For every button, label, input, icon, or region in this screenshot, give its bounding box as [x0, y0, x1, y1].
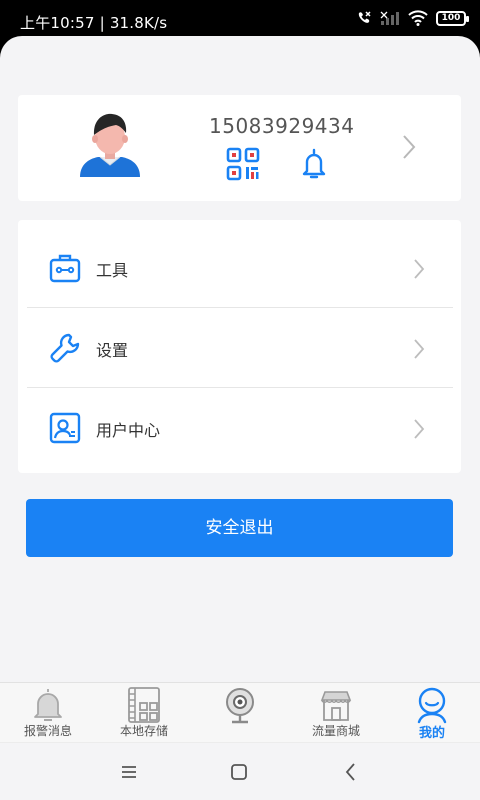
chevron-right-icon	[414, 419, 425, 439]
profile-face-icon	[417, 687, 447, 724]
wifi-icon	[408, 10, 428, 26]
app-screen: 15083929434 工具 设置 用户中心 安全退出 报警消息 本地存储 流量…	[0, 36, 480, 800]
wrench-icon	[50, 333, 80, 363]
tab-data-store[interactable]: 流量商城	[288, 683, 384, 743]
bottom-tab-bar: 报警消息 本地存储 流量商城 我的	[0, 682, 480, 742]
signal-icon	[380, 11, 399, 25]
call-muted-icon	[358, 11, 371, 23]
home-icon[interactable]	[228, 761, 250, 783]
tab-label: 我的	[418, 726, 445, 741]
film-grid-icon	[128, 687, 160, 723]
system-nav-bar	[0, 742, 480, 800]
chevron-right-icon	[414, 339, 425, 359]
logout-button[interactable]: 安全退出	[26, 499, 453, 557]
menu-item-label: 工具	[96, 261, 129, 280]
tab-local-storage[interactable]: 本地存储	[96, 683, 192, 743]
tab-label: 流量商城	[311, 724, 360, 738]
menu-item-settings[interactable]: 设置	[18, 308, 461, 388]
alarm-bell-icon	[34, 689, 62, 721]
menu-item-user-center[interactable]: 用户中心	[18, 388, 461, 468]
menu-card: 工具 设置 用户中心	[18, 220, 461, 473]
qr-code-icon[interactable]	[226, 147, 260, 181]
bell-icon[interactable]	[300, 148, 328, 180]
tab-label: 本地存储	[119, 724, 168, 738]
phone-number: 15083929434	[209, 114, 355, 138]
menu-icon[interactable]	[118, 761, 140, 783]
user-card-icon	[49, 412, 81, 444]
chevron-right-icon[interactable]	[402, 134, 416, 160]
tab-mine[interactable]: 我的	[384, 683, 480, 743]
tab-alarm-messages[interactable]: 报警消息	[0, 683, 96, 743]
chevron-right-icon	[414, 259, 425, 279]
toolbox-icon	[49, 254, 81, 283]
status-time: 上午10:57 | 31.8K/s	[20, 14, 168, 32]
tab-label: 报警消息	[23, 724, 72, 738]
menu-item-tools[interactable]: 工具	[18, 228, 461, 308]
webcam-icon	[226, 688, 254, 724]
menu-item-label: 设置	[96, 341, 129, 360]
menu-item-label: 用户中心	[96, 421, 161, 440]
avatar-icon	[80, 113, 140, 177]
status-icons: 100	[356, 10, 469, 26]
tab-camera[interactable]	[192, 683, 288, 743]
profile-card[interactable]: 15083929434	[18, 95, 461, 201]
back-icon[interactable]	[340, 761, 362, 783]
store-icon	[320, 691, 352, 721]
battery-indicator: 100	[436, 10, 469, 26]
